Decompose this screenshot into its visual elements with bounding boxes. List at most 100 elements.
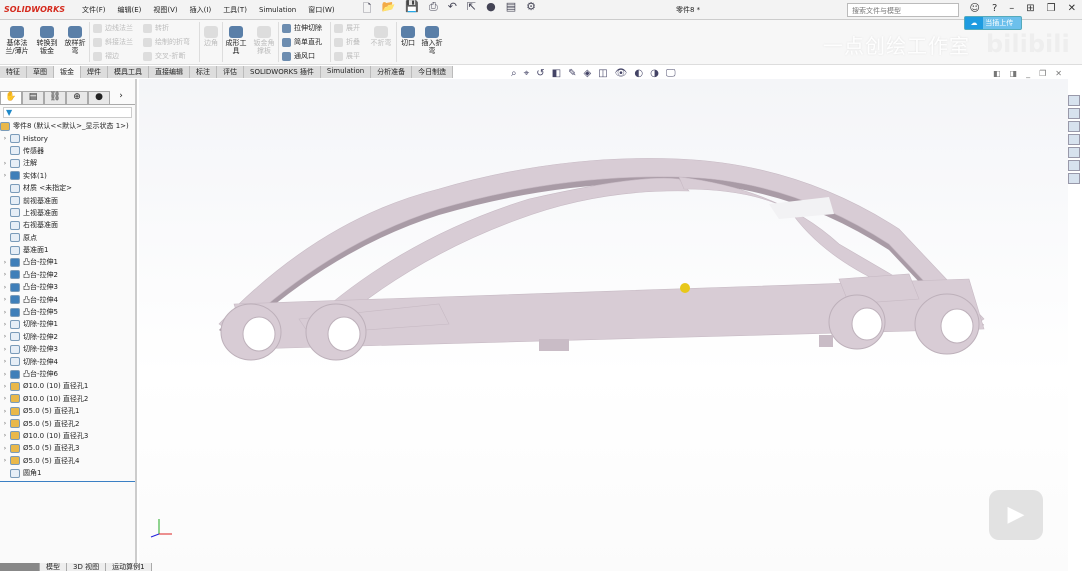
tab-evaluate[interactable]: 评估	[217, 66, 244, 78]
expand-arrow-icon[interactable]: ›	[0, 395, 10, 402]
tree-item[interactable]: › 切除-拉伸1	[0, 318, 135, 330]
forming-tool-button[interactable]: 成形工具	[224, 26, 248, 55]
property-manager-tab-icon[interactable]: ▤	[22, 91, 44, 105]
tree-item[interactable]: › History	[0, 132, 135, 144]
tree-item[interactable]: › Ø10.0 (10) 直径孔2	[0, 393, 135, 405]
view-orientation-icon[interactable]: ◈	[583, 68, 591, 79]
tab-sketch[interactable]: 草图	[27, 66, 54, 78]
hem-button[interactable]: 褶边	[93, 51, 119, 61]
tab-weldments[interactable]: 焊件	[81, 66, 108, 78]
scroll-thumb[interactable]	[0, 563, 40, 571]
sheetmetal-gusset-button[interactable]: 钣金角撑板	[251, 26, 277, 55]
graphics-area[interactable]: ⌕ ⌖ ↺ ◧ ✎ ◈ ◫ 👁 ◐ ◑ 🖵 ◧ ◨ _ ❐ ✕	[139, 68, 1068, 571]
edge-flange-button[interactable]: 边线法兰	[93, 23, 133, 33]
tree-item[interactable]: › 凸台-拉伸3	[0, 281, 135, 293]
tab-addins[interactable]: SOLIDWORKS 插件	[244, 66, 321, 78]
view-palette-icon[interactable]	[1068, 147, 1080, 158]
tab-markup[interactable]: 标注	[190, 66, 217, 78]
expand-arrow-icon[interactable]: ›	[0, 284, 10, 291]
tree-item[interactable]: › Ø5.0 (5) 直径孔4	[0, 455, 135, 467]
expand-arrow-icon[interactable]: ›	[0, 259, 10, 266]
file-explorer-icon[interactable]	[1068, 134, 1080, 145]
extruded-cut-button[interactable]: 拉伸切除	[282, 23, 322, 33]
tab-analysis-prep[interactable]: 分析准备	[371, 66, 413, 78]
tree-item[interactable]: › Ø5.0 (5) 直径孔1	[0, 405, 135, 417]
convert-to-sheetmetal-button[interactable]: 转换到钣金	[34, 26, 60, 55]
feature-tree-tab-icon[interactable]: ✋	[0, 91, 22, 105]
expand-arrow-icon[interactable]: ›	[0, 309, 10, 316]
expand-arrow-icon[interactable]: ›	[0, 135, 10, 142]
tab-model[interactable]: 模型	[40, 563, 67, 571]
file-properties-icon[interactable]: ▤	[506, 0, 516, 19]
expand-arrow-icon[interactable]: ›	[0, 160, 10, 167]
part-model[interactable]	[139, 79, 1068, 571]
rebuild-icon[interactable]: ●	[486, 0, 496, 19]
unfold-button[interactable]: 展开	[334, 23, 360, 33]
expand-arrow-icon[interactable]: ›	[0, 296, 10, 303]
options-gear-icon[interactable]: ⚙	[526, 0, 536, 19]
jog-button[interactable]: 转折	[143, 23, 169, 33]
corners-button[interactable]: 边角	[201, 26, 221, 47]
expand-arrow-icon[interactable]: ›	[0, 358, 10, 365]
menu-file[interactable]: 文件(F)	[82, 6, 106, 14]
tile-button[interactable]: ⊞	[1026, 3, 1034, 14]
tab-mold-tools[interactable]: 模具工具	[108, 66, 149, 78]
expand-arrow-icon[interactable]: ›	[0, 271, 10, 278]
rollback-bar[interactable]	[0, 481, 135, 483]
previous-view-icon[interactable]: ↺	[536, 68, 544, 79]
expand-arrow-icon[interactable]: ›	[0, 172, 10, 179]
close-button[interactable]: ✕	[1068, 3, 1076, 14]
expand-arrow-icon[interactable]: ›	[0, 346, 10, 353]
lofted-bend-button[interactable]: 放样折弯	[62, 26, 88, 55]
tree-item[interactable]: 原点	[0, 232, 135, 244]
simple-hole-button[interactable]: 简单直孔	[282, 37, 322, 47]
expand-arrow-icon[interactable]: ›	[0, 432, 10, 439]
print-icon[interactable]: ⎙	[429, 0, 438, 19]
section-view-icon[interactable]: ◧	[552, 68, 561, 79]
tree-root[interactable]: 零件8 (默认<<默认>_显示状态 1>)	[0, 120, 135, 132]
tree-item[interactable]: › 凸台-拉伸6	[0, 368, 135, 380]
custom-properties-icon[interactable]	[1068, 173, 1080, 184]
expand-arrow-icon[interactable]: ›	[0, 383, 10, 390]
tab-sheet-metal[interactable]: 钣金	[54, 66, 81, 78]
base-flange-button[interactable]: 基体法兰/薄片	[4, 26, 30, 55]
expand-arrow-icon[interactable]: ›	[0, 371, 10, 378]
tree-item[interactable]: 材质 <未指定>	[0, 182, 135, 194]
tree-item[interactable]: › 注解	[0, 157, 135, 169]
menu-window[interactable]: 窗口(W)	[308, 6, 334, 14]
appearance-tab-icon[interactable]: ●	[88, 91, 110, 105]
expand-arrow-icon[interactable]: ›	[0, 420, 10, 427]
new-icon[interactable]: 🗋	[363, 0, 372, 19]
flatten-button[interactable]: 展平	[334, 51, 360, 61]
rip-button[interactable]: 切口	[398, 26, 418, 47]
user-icon[interactable]: ☺	[970, 3, 980, 14]
tree-item[interactable]: 前视基准面	[0, 194, 135, 206]
expand-arrow-icon[interactable]: ›	[0, 321, 10, 328]
tree-item[interactable]: 右视基准面	[0, 219, 135, 231]
menu-edit[interactable]: 编辑(E)	[118, 6, 142, 14]
tab-motion-study[interactable]: 运动算例1	[106, 563, 152, 571]
cross-break-button[interactable]: 交叉-折断	[143, 51, 186, 61]
tree-item[interactable]: › 切除-拉伸4	[0, 355, 135, 367]
tree-item[interactable]: › 切除-拉伸3	[0, 343, 135, 355]
tab-3d-views[interactable]: 3D 视图	[67, 563, 107, 571]
tree-item[interactable]: › Ø5.0 (5) 直径孔2	[0, 417, 135, 429]
minimize-button[interactable]: –	[1009, 3, 1014, 14]
tree-item[interactable]: › 凸台-拉伸2	[0, 269, 135, 281]
tree-item[interactable]: › Ø10.0 (10) 直径孔1	[0, 380, 135, 392]
tab-features[interactable]: 特征	[0, 66, 27, 78]
search-input[interactable]: 搜索文件与模型	[847, 3, 959, 17]
expand-arrow-icon[interactable]: ›	[0, 408, 10, 415]
design-library-icon[interactable]	[1068, 121, 1080, 132]
fold-button[interactable]: 折叠	[334, 37, 360, 47]
configuration-tab-icon[interactable]: ⛓	[44, 91, 66, 105]
tree-item[interactable]: › 切除-拉伸2	[0, 331, 135, 343]
viewport-minimize[interactable]: _	[1026, 69, 1030, 78]
view-settings-icon[interactable]: 🖵	[666, 68, 676, 79]
open-icon[interactable]: 📂	[381, 0, 395, 19]
undo-icon[interactable]: ↶	[448, 0, 457, 19]
sketched-bend-button[interactable]: 绘制的折弯	[143, 37, 190, 47]
dynamic-annotation-icon[interactable]: ✎	[568, 68, 576, 79]
tree-item[interactable]: 传感器	[0, 145, 135, 157]
restore-button[interactable]: ❐	[1047, 3, 1056, 14]
